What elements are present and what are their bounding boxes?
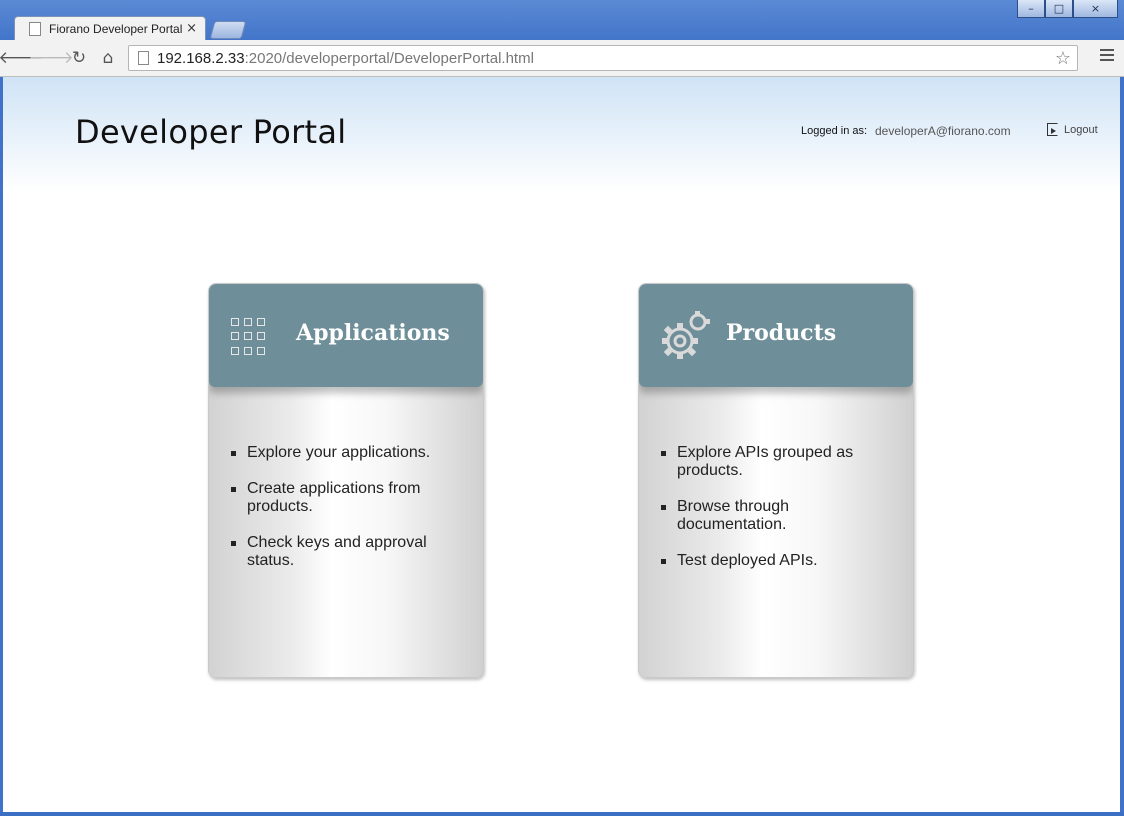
bookmark-star-icon[interactable]: ☆ <box>1055 48 1071 69</box>
logout-icon <box>1047 123 1058 136</box>
page-title: Developer Portal <box>75 113 347 151</box>
page-viewport: Developer Portal Logged in as: developer… <box>3 77 1120 812</box>
tab-strip: Fiorano Developer Portal × <box>0 14 1124 40</box>
url-path: :2020/developerportal/DeveloperPortal.ht… <box>244 49 534 67</box>
page-icon <box>138 51 149 65</box>
card-header: Products <box>639 284 913 387</box>
card-header: Applications <box>209 284 483 387</box>
logout-button[interactable]: Logout <box>1047 123 1098 136</box>
new-tab-button[interactable] <box>209 21 247 39</box>
url-host: 192.168.2.33 <box>157 49 245 67</box>
card-feature-list: Explore APIs grouped as products. Browse… <box>661 444 897 588</box>
applications-card[interactable]: Applications Explore your applications. … <box>208 283 484 678</box>
list-item: Explore APIs grouped as products. <box>661 444 897 480</box>
reload-icon[interactable]: ↻ <box>68 48 90 68</box>
grid-icon <box>231 318 269 356</box>
card-feature-list: Explore your applications. Create applic… <box>231 444 467 588</box>
list-item: Browse through documentation. <box>661 498 897 534</box>
list-item: Test deployed APIs. <box>661 552 897 570</box>
browser-toolbar: 🡐 🡒 ↻ ⌂ 192.168.2.33:2020/developerporta… <box>0 40 1124 77</box>
products-card[interactable]: Products Explore APIs grouped as product… <box>638 283 914 678</box>
tab-close-icon[interactable]: × <box>186 21 197 36</box>
tab-title: Fiorano Developer Portal <box>49 21 183 36</box>
list-item: Explore your applications. <box>231 444 467 462</box>
card-title: Products <box>726 320 837 346</box>
menu-icon[interactable] <box>1100 49 1114 61</box>
list-item: Create applications from products. <box>231 480 467 516</box>
home-icon[interactable]: ⌂ <box>97 48 119 68</box>
forward-arrow-icon[interactable]: 🡒 <box>28 48 74 68</box>
logged-in-label: Logged in as: <box>801 125 868 137</box>
browser-tab[interactable]: Fiorano Developer Portal × <box>14 16 206 40</box>
user-email: developerA@fiorano.com <box>875 124 1011 138</box>
address-bar[interactable]: 192.168.2.33:2020/developerportal/Develo… <box>128 45 1078 71</box>
page-icon <box>29 21 41 36</box>
browser-window: – □ × Fiorano Developer Portal × 🡐 🡒 ↻ ⌂… <box>0 0 1124 816</box>
window-bottom-border <box>0 812 1124 816</box>
card-title: Applications <box>296 320 450 346</box>
logout-label: Logout <box>1064 123 1098 136</box>
gear-icon <box>662 311 710 359</box>
list-item: Check keys and approval status. <box>231 534 467 570</box>
